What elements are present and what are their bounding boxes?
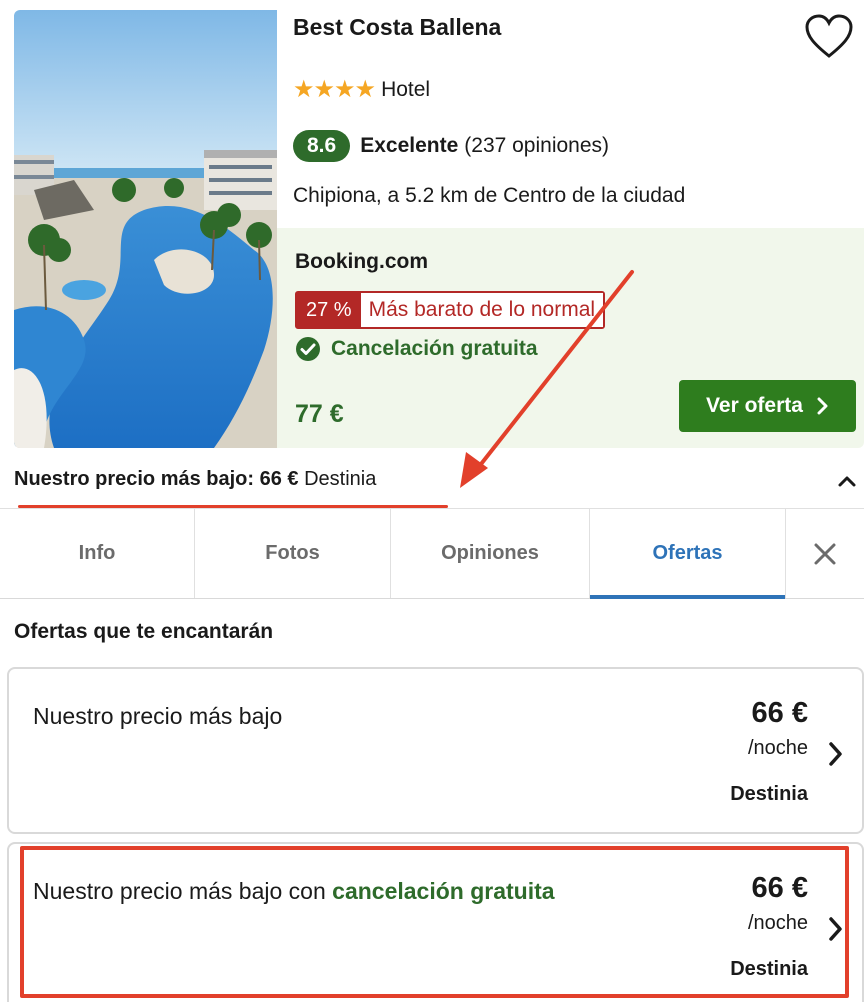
offer-description: Nuestro precio más bajo con cancelación … (33, 874, 573, 908)
offer-row-per-night: /noche (747, 737, 808, 759)
hotel-photo[interactable] (14, 10, 277, 448)
offer-row-source: Destinia (730, 958, 808, 980)
star-rating-icon: ★★★★ (293, 76, 376, 103)
offer-row-price: 66 € (751, 697, 808, 729)
hotel-location: Chipiona, a 5.2 km de Centro de la ciuda… (293, 184, 686, 207)
heart-icon[interactable] (804, 14, 854, 60)
hotel-info: Best Costa Ballena ★★★★ Hotel 8.6 Excele… (293, 0, 864, 228)
lowest-price-source: Destinia (304, 468, 377, 490)
tab-bar: Info Fotos Opiniones Ofertas (0, 508, 864, 599)
tab-info[interactable]: Info (0, 509, 195, 598)
tab-reviews[interactable]: Opiniones (391, 509, 590, 598)
offer-price: 77 € (295, 400, 344, 428)
deal-text: Más barato de lo normal (360, 293, 604, 327)
offer-provider: Booking.com (295, 250, 429, 273)
deal-badge: 27 % Más barato de lo normal (295, 291, 606, 329)
view-offer-button[interactable]: Ver oferta (679, 380, 856, 432)
chevron-right-icon (829, 917, 842, 941)
offer-row-price: 66 € (751, 872, 808, 904)
hotel-card: Best Costa Ballena ★★★★ Hotel 8.6 Excele… (0, 0, 864, 448)
offer-row-lowest[interactable]: Nuestro precio más bajo 66 € /noche Dest… (7, 667, 864, 834)
chevron-right-icon (817, 397, 828, 415)
tab-photos[interactable]: Fotos (195, 509, 391, 598)
rating-row[interactable]: 8.6 Excelente (237 opiniones) (293, 130, 609, 162)
view-offer-label: Ver oferta (706, 394, 803, 417)
lowest-price-summary[interactable]: Nuestro precio más bajo: 66 € Destinia (14, 468, 376, 491)
hotel-name[interactable]: Best Costa Ballena (293, 14, 501, 41)
pool-image (14, 10, 277, 448)
chevron-up-icon[interactable] (836, 470, 858, 492)
offer-description-highlight: cancelación gratuita (332, 878, 555, 904)
offer-description: Nuestro precio más bajo (33, 703, 283, 729)
cancellation-label: Cancelación gratuita (331, 337, 538, 360)
offer-row-per-night: /noche (747, 912, 808, 934)
review-count: (237 opiniones) (464, 134, 610, 157)
free-cancellation: Cancelación gratuita (295, 336, 538, 362)
deal-percent: 27 % (297, 293, 361, 327)
offer-description-text: Nuestro precio más bajo con (33, 878, 326, 904)
hotel-type: Hotel (381, 78, 431, 101)
section-title: Ofertas que te encantarán (14, 620, 274, 643)
check-circle-icon (296, 337, 320, 361)
lowest-price-label: Nuestro precio más bajo: 66 € (14, 468, 299, 490)
featured-offer[interactable]: Booking.com 27 % Más barato de lo normal… (277, 228, 864, 448)
offer-row-source: Destinia (730, 783, 808, 805)
rating-word: Excelente (360, 134, 459, 157)
offer-row-free-cancellation[interactable]: Nuestro precio más bajo con cancelación … (7, 842, 864, 1002)
close-icon[interactable] (786, 509, 864, 598)
tab-offers[interactable]: Ofertas (590, 509, 786, 599)
stars-row: ★★★★ Hotel (293, 78, 430, 102)
rating-badge: 8.6 (293, 130, 351, 162)
chevron-right-icon (829, 742, 842, 766)
